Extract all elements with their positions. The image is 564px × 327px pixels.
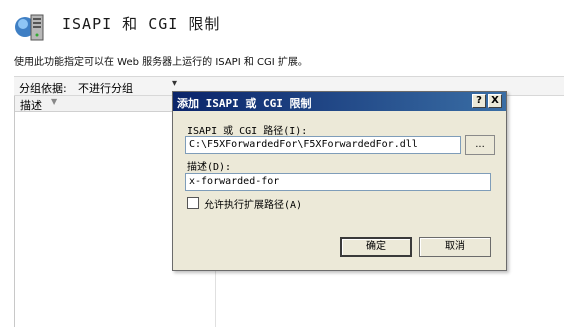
column-label: 描述 [20, 99, 42, 112]
description-input[interactable]: x-forwarded-for [185, 173, 491, 191]
page-header: ISAPI 和 CGI 限制 [0, 0, 564, 48]
allow-extension-checkbox[interactable] [187, 197, 199, 209]
dialog-title-bar[interactable]: 添加 ISAPI 或 CGI 限制 ? X [173, 92, 506, 111]
cancel-button[interactable]: 取消 [419, 237, 491, 257]
allow-extension-label: 允许执行扩展路径(A) [204, 200, 303, 211]
server-restrictions-icon [15, 14, 44, 41]
group-by-label: 分组依据: [19, 82, 67, 95]
help-button[interactable]: ? [472, 94, 486, 108]
path-input[interactable]: C:\F5XForwardedFor\F5XForwardedFor.dll [185, 136, 461, 154]
page-title: ISAPI 和 CGI 限制 [62, 15, 221, 33]
ok-button[interactable]: 确定 [340, 237, 412, 257]
feature-description: 使用此功能指定可以在 Web 服务器上运行的 ISAPI 和 CGI 扩展。 [14, 57, 308, 68]
chevron-down-icon[interactable]: ▾ [172, 78, 177, 89]
group-by-select[interactable]: 不进行分组 [78, 80, 133, 96]
close-button[interactable]: X [488, 94, 502, 108]
add-restriction-dialog: 添加 ISAPI 或 CGI 限制 ? X ISAPI 或 CGI 路径(I):… [172, 91, 507, 271]
dialog-title: 添加 ISAPI 或 CGI 限制 [177, 97, 312, 110]
browse-button[interactable]: ... [465, 135, 495, 155]
sort-arrow-icon: ▼ [51, 97, 58, 106]
description-label: 描述(D): [187, 162, 232, 173]
path-label: ISAPI 或 CGI 路径(I): [187, 126, 308, 137]
